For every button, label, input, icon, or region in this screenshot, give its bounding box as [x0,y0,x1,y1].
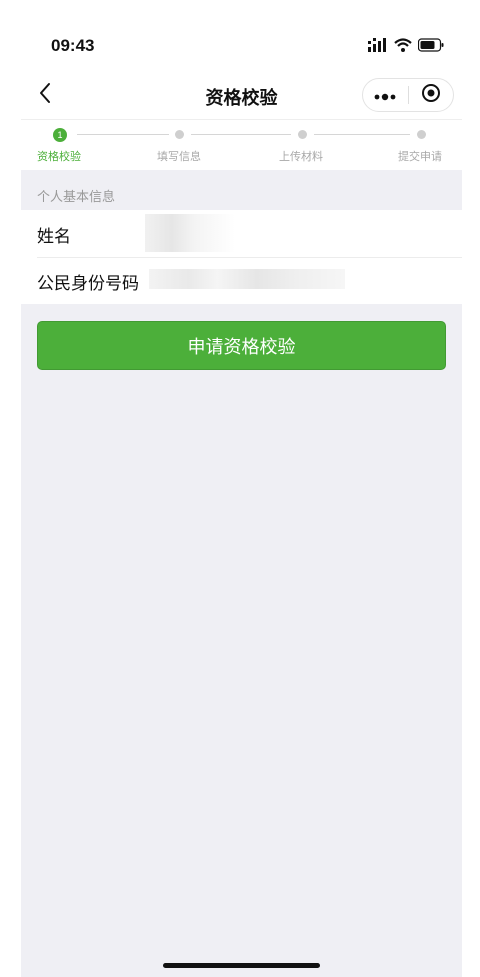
step-connector [191,134,291,135]
close-circle-icon [421,83,441,107]
wifi-icon [394,37,412,56]
step-4-indicator [417,130,426,139]
signal-icon [368,37,388,56]
step-3-indicator [298,130,307,139]
more-button[interactable] [363,78,408,112]
step-connector [314,134,410,135]
name-value-redacted [145,214,235,252]
more-dots-icon [374,86,396,105]
name-label: 姓名 [37,227,71,247]
step-2-label: 填写信息 [157,150,201,163]
step-connector [77,134,169,135]
id-number-label: 公民身份号码 [37,274,139,294]
status-time: 09:43 [51,36,95,55]
step-1-indicator: 1 [53,128,67,142]
id-number-field[interactable]: 公民身份号码 [21,257,462,304]
row-divider [37,257,462,258]
battery-icon [417,37,444,56]
header-area: 09:43 资格校验 1 资格校验 填写信息 上传材料 提交申请 [21,0,462,170]
status-icons [368,37,444,56]
id-number-value-redacted [149,269,345,289]
mini-program-capsule [362,78,454,112]
home-indicator [163,963,320,968]
step-2-indicator [175,130,184,139]
name-field[interactable]: 姓名 [21,210,462,257]
step-3-label: 上传材料 [279,150,323,163]
close-button[interactable] [408,78,453,112]
section-title: 个人基本信息 [37,190,116,205]
step-4-label: 提交申请 [398,150,442,163]
apply-qualification-check-button[interactable]: 申请资格校验 [37,321,446,370]
app-screen: 09:43 资格校验 1 资格校验 填写信息 上传材料 提交申请 个人基本信息 … [21,0,462,977]
nav-divider [21,119,462,120]
step-1-label: 资格校验 [37,150,81,163]
